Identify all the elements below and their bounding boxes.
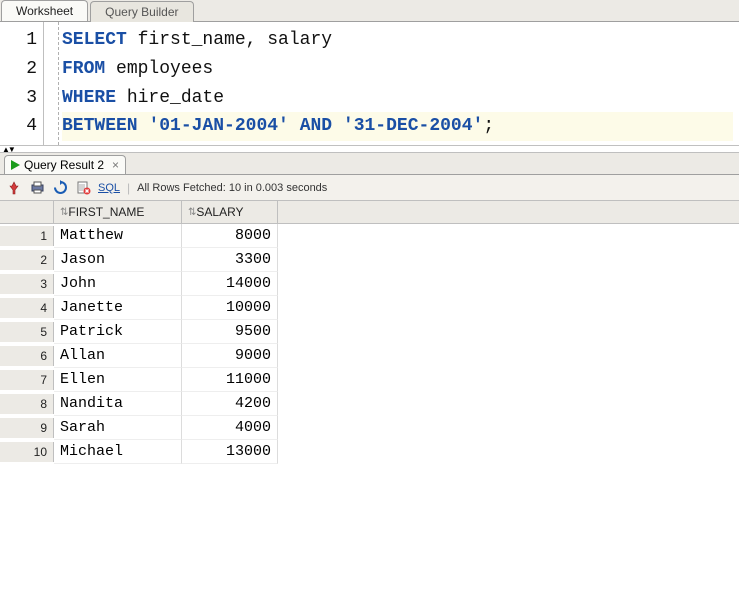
tab-query-result[interactable]: Query Result 2 ×: [4, 155, 126, 174]
cell-salary[interactable]: 8000: [182, 224, 278, 248]
table-row[interactable]: 9Sarah4000: [0, 416, 739, 440]
row-number-cell: 5: [0, 322, 54, 342]
sql-editor[interactable]: 1234 SELECT first_name, salaryFROM emplo…: [0, 22, 739, 146]
cell-first-name[interactable]: Allan: [54, 344, 182, 368]
column-label: SALARY: [196, 205, 243, 219]
cell-first-name[interactable]: Jason: [54, 248, 182, 272]
pin-icon[interactable]: [6, 180, 22, 196]
row-number-header: [0, 201, 54, 223]
editor-gutter: 1234: [0, 22, 44, 145]
line-number: 1: [10, 26, 37, 55]
table-row[interactable]: 7Ellen11000: [0, 368, 739, 392]
table-row[interactable]: 5Patrick9500: [0, 320, 739, 344]
grid-header-row: ⇅ FIRST_NAME ⇅ SALARY: [0, 201, 739, 224]
refresh-icon[interactable]: [52, 180, 68, 196]
cell-salary[interactable]: 14000: [182, 272, 278, 296]
cell-salary[interactable]: 9000: [182, 344, 278, 368]
row-number-cell: 10: [0, 442, 54, 462]
code-line[interactable]: WHERE hire_date: [62, 84, 733, 113]
editor-tab-strip: Worksheet Query Builder: [0, 0, 739, 22]
line-number: 2: [10, 55, 37, 84]
print-icon[interactable]: [29, 180, 45, 196]
cell-first-name[interactable]: Patrick: [54, 320, 182, 344]
row-number-cell: 7: [0, 370, 54, 390]
cell-first-name[interactable]: John: [54, 272, 182, 296]
cell-salary[interactable]: 9500: [182, 320, 278, 344]
result-tab-label: Query Result 2: [24, 158, 104, 172]
code-line[interactable]: SELECT first_name, salary: [62, 26, 733, 55]
row-number-cell: 4: [0, 298, 54, 318]
grid-body: 1Matthew80002Jason33003John140004Janette…: [0, 224, 739, 464]
row-number-cell: 1: [0, 226, 54, 246]
cell-salary[interactable]: 10000: [182, 296, 278, 320]
run-icon: [11, 160, 20, 170]
row-number-cell: 6: [0, 346, 54, 366]
table-row[interactable]: 1Matthew8000: [0, 224, 739, 248]
column-header-salary[interactable]: ⇅ SALARY: [182, 201, 278, 223]
table-row[interactable]: 6Allan9000: [0, 344, 739, 368]
cell-salary[interactable]: 11000: [182, 368, 278, 392]
column-label: FIRST_NAME: [68, 205, 144, 219]
line-number: 4: [10, 112, 37, 141]
table-row[interactable]: 4Janette10000: [0, 296, 739, 320]
cell-salary[interactable]: 4000: [182, 416, 278, 440]
cell-salary[interactable]: 3300: [182, 248, 278, 272]
tab-worksheet[interactable]: Worksheet: [1, 0, 88, 21]
editor-margin-guide: [58, 22, 59, 145]
code-line[interactable]: BETWEEN '01-JAN-2004' AND '31-DEC-2004';: [62, 112, 733, 141]
cell-first-name[interactable]: Sarah: [54, 416, 182, 440]
result-toolbar: SQL | All Rows Fetched: 10 in 0.003 seco…: [0, 175, 739, 201]
pane-resizer[interactable]: ▲▼: [0, 146, 739, 153]
result-grid: ⇅ FIRST_NAME ⇅ SALARY 1Matthew80002Jason…: [0, 201, 739, 464]
toolbar-separator: |: [127, 181, 130, 195]
line-number: 3: [10, 84, 37, 113]
cell-first-name[interactable]: Matthew: [54, 224, 182, 248]
row-number-cell: 2: [0, 250, 54, 270]
sort-icon: ⇅: [188, 207, 193, 218]
cell-salary[interactable]: 4200: [182, 392, 278, 416]
tab-query-builder[interactable]: Query Builder: [90, 1, 193, 22]
editor-content[interactable]: SELECT first_name, salaryFROM employeesW…: [44, 22, 739, 145]
cell-first-name[interactable]: Nandita: [54, 392, 182, 416]
row-number-cell: 3: [0, 274, 54, 294]
close-icon[interactable]: ×: [112, 158, 119, 172]
table-row[interactable]: 2Jason3300: [0, 248, 739, 272]
sql-button[interactable]: SQL: [98, 182, 120, 194]
cell-first-name[interactable]: Ellen: [54, 368, 182, 392]
cell-first-name[interactable]: Janette: [54, 296, 182, 320]
cell-salary[interactable]: 13000: [182, 440, 278, 464]
status-text: All Rows Fetched: 10 in 0.003 seconds: [137, 182, 327, 194]
delete-icon[interactable]: [75, 180, 91, 196]
table-row[interactable]: 3John14000: [0, 272, 739, 296]
result-tab-strip: Query Result 2 ×: [0, 153, 739, 175]
code-line[interactable]: FROM employees: [62, 55, 733, 84]
row-number-cell: 9: [0, 418, 54, 438]
row-number-cell: 8: [0, 394, 54, 414]
column-header-first-name[interactable]: ⇅ FIRST_NAME: [54, 201, 182, 223]
table-row[interactable]: 10Michael13000: [0, 440, 739, 464]
sort-icon: ⇅: [60, 207, 65, 218]
table-row[interactable]: 8Nandita4200: [0, 392, 739, 416]
cell-first-name[interactable]: Michael: [54, 440, 182, 464]
